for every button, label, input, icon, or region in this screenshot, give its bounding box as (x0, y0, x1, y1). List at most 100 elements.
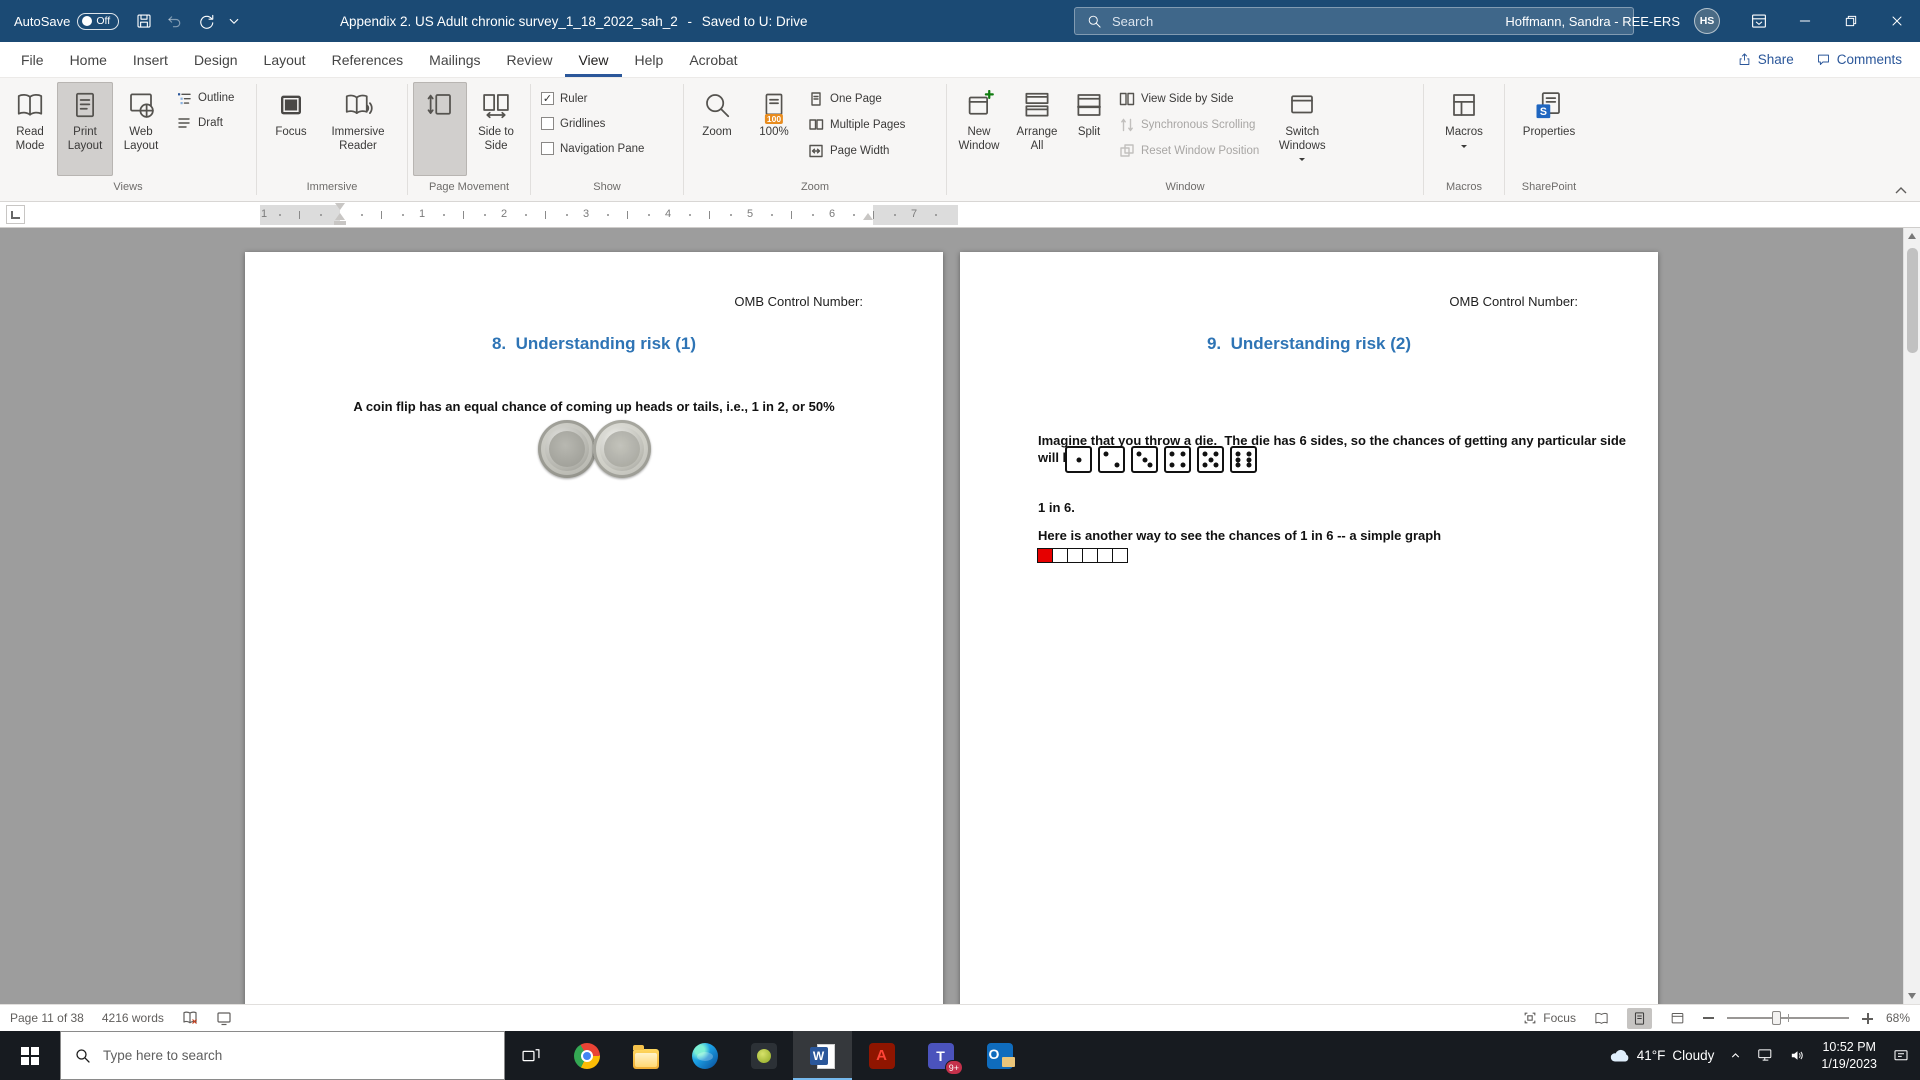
restore-button[interactable] (1828, 0, 1874, 42)
die-face-4 (1164, 446, 1191, 473)
properties-button[interactable]: S Properties (1515, 82, 1583, 176)
vertical-scrollbar[interactable] (1903, 228, 1920, 1004)
status-web-layout-icon[interactable] (1665, 1008, 1690, 1029)
tab-insert[interactable]: Insert (120, 42, 181, 77)
redo-button[interactable] (197, 12, 215, 30)
print-layout-button[interactable]: Print Layout (57, 82, 113, 176)
task-view-icon[interactable] (505, 1031, 557, 1080)
zoom-button[interactable]: Zoom (687, 82, 747, 176)
chrome-icon[interactable] (557, 1031, 616, 1080)
zoom-slider[interactable] (1727, 1017, 1849, 1019)
tab-view[interactable]: View (565, 42, 621, 77)
share-button[interactable]: Share (1737, 52, 1794, 67)
save-status[interactable]: Saved to U: Drive (702, 14, 808, 29)
tab-help[interactable]: Help (622, 42, 677, 77)
display-settings-icon[interactable] (216, 1010, 232, 1026)
zoom-slider-thumb[interactable] (1772, 1011, 1781, 1025)
view-side-by-side-button[interactable]: View Side by Side (1116, 89, 1262, 109)
document-canvas: OMB Control Number: 8. Understanding ris… (0, 228, 1920, 1004)
draft-button[interactable]: Draft (173, 113, 237, 133)
spellcheck-status-icon[interactable] (182, 1010, 198, 1026)
focus-mode-button[interactable]: Focus (1523, 1011, 1576, 1025)
word-icon[interactable] (793, 1031, 852, 1080)
close-button[interactable] (1874, 0, 1920, 42)
minimize-button[interactable] (1782, 0, 1828, 42)
zoom-out-button[interactable] (1703, 1017, 1714, 1019)
scroll-down-icon[interactable] (1908, 993, 1916, 999)
tab-home[interactable]: Home (57, 42, 120, 77)
file-explorer-icon[interactable] (616, 1031, 675, 1080)
status-print-layout-icon[interactable] (1627, 1008, 1652, 1029)
left-indent-marker[interactable] (334, 221, 346, 225)
customize-quick-access-icon[interactable] (228, 15, 240, 27)
autosave-switch-icon[interactable]: Off (77, 13, 119, 30)
tab-selector[interactable] (6, 205, 25, 224)
tab-file[interactable]: File (8, 42, 57, 77)
tray-expand-icon[interactable] (1729, 1049, 1742, 1062)
teams-icon[interactable]: 9+ (911, 1031, 970, 1080)
document-page-8[interactable]: OMB Control Number: 8. Understanding ris… (245, 252, 943, 1004)
page-width-icon (808, 143, 824, 159)
arrange-all-button[interactable]: Arrange All (1008, 82, 1066, 176)
ribbon-display-options-icon[interactable] (1736, 0, 1782, 42)
tab-layout[interactable]: Layout (251, 42, 319, 77)
tab-mailings[interactable]: Mailings (416, 42, 493, 77)
ruler-scale[interactable]: 11234567 (260, 205, 958, 225)
tab-acrobat[interactable]: Acrobat (676, 42, 750, 77)
split-button[interactable]: Split (1066, 82, 1112, 176)
status-read-mode-icon[interactable] (1589, 1008, 1614, 1029)
word-count[interactable]: 4216 words (102, 1011, 164, 1025)
ruler-number: 3 (583, 208, 589, 220)
page-indicator[interactable]: Page 11 of 38 (10, 1011, 84, 1025)
one-page-button[interactable]: One Page (805, 89, 908, 109)
switch-windows-button[interactable]: Switch Windows (1266, 82, 1338, 176)
outline-button[interactable]: Outline (173, 88, 237, 108)
acrobat-icon[interactable] (852, 1031, 911, 1080)
ruler-checkbox[interactable]: Ruler (538, 90, 647, 107)
scroll-up-icon[interactable] (1904, 228, 1920, 244)
volume-icon[interactable] (1789, 1047, 1806, 1064)
collapse-ribbon-icon[interactable] (1894, 185, 1908, 195)
avatar[interactable]: HS (1694, 8, 1720, 34)
graph-cell (1067, 548, 1083, 563)
zoom-in-button[interactable] (1862, 1013, 1873, 1024)
zoom-percentage[interactable]: 68% (1886, 1011, 1910, 1025)
immersive-reader-button[interactable]: Immersive Reader (317, 82, 399, 176)
outlook-icon[interactable] (970, 1031, 1029, 1080)
share-icon (1737, 52, 1752, 67)
clock[interactable]: 10:52 PM 1/19/2023 (1821, 1039, 1877, 1072)
account-name[interactable]: Hoffmann, Sandra - REE-ERS (1505, 14, 1680, 29)
gridlines-checkbox[interactable]: Gridlines (538, 115, 647, 132)
read-mode-button[interactable]: Read Mode (3, 82, 57, 176)
hanging-indent-marker[interactable] (335, 213, 345, 220)
navigation-pane-checkbox[interactable]: Navigation Pane (538, 140, 647, 157)
side-to-side-button[interactable]: Side to Side (467, 82, 525, 176)
first-line-indent-marker[interactable] (335, 203, 345, 210)
edge-icon[interactable] (675, 1031, 734, 1080)
weather-widget[interactable]: 41°F Cloudy (1608, 1045, 1715, 1067)
taskbar-search-box[interactable] (60, 1031, 505, 1080)
new-window-button[interactable]: New Window (950, 82, 1008, 176)
multiple-pages-button[interactable]: Multiple Pages (805, 115, 908, 135)
undo-button[interactable] (166, 12, 184, 30)
autosave-toggle[interactable]: AutoSave Off (14, 13, 119, 30)
zoom-100-button[interactable]: 100 100% (747, 82, 801, 176)
scrollbar-thumb[interactable] (1907, 248, 1918, 353)
taskbar-search-input[interactable] (103, 1048, 491, 1063)
tab-design[interactable]: Design (181, 42, 251, 77)
web-layout-button[interactable]: Web Layout (113, 82, 169, 176)
vertical-button[interactable] (413, 82, 467, 176)
tab-review[interactable]: Review (494, 42, 566, 77)
network-icon[interactable] (1757, 1047, 1774, 1064)
pinned-app-icon[interactable] (734, 1031, 793, 1080)
start-button[interactable] (0, 1031, 60, 1080)
right-indent-marker[interactable] (863, 213, 873, 220)
macros-button[interactable]: Macros (1435, 82, 1493, 176)
page-width-button[interactable]: Page Width (805, 141, 908, 161)
notification-center-icon[interactable] (1892, 1047, 1910, 1065)
focus-button[interactable]: Focus (265, 82, 317, 176)
save-button[interactable] (135, 12, 153, 30)
document-page-9[interactable]: OMB Control Number: 9. Understanding ris… (960, 252, 1658, 1004)
tab-references[interactable]: References (319, 42, 417, 77)
comments-button[interactable]: Comments (1816, 52, 1902, 67)
